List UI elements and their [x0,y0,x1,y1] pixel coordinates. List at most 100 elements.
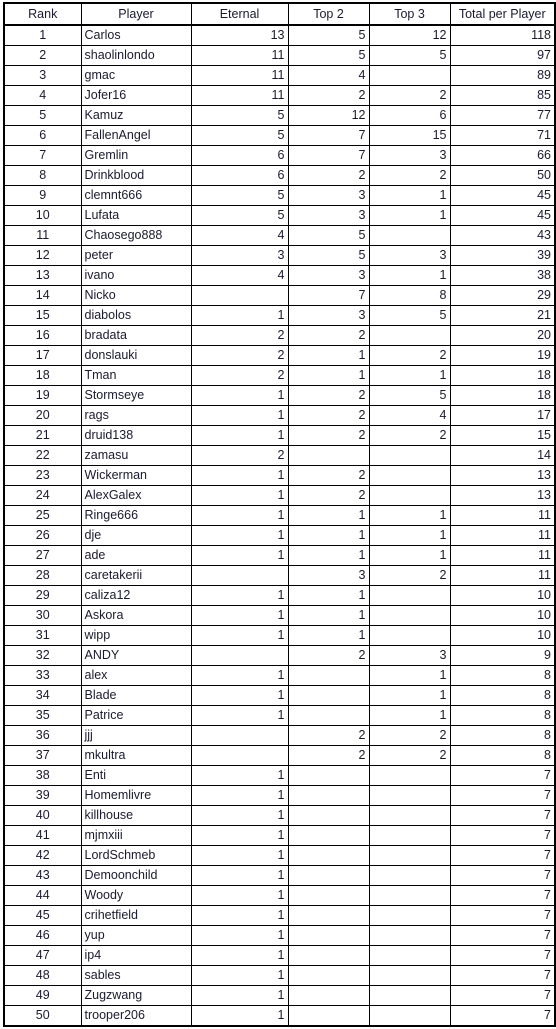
table-row[interactable]: 49 Zugzwang 1 7 [3,985,556,1006]
table-row[interactable]: 3 gmac 11 4 89 [3,65,556,86]
cell-rank: 44 [3,885,82,906]
table-row[interactable]: 39 Homemlivre 1 7 [3,785,556,806]
table-row[interactable]: 17 donslauki 2 1 2 19 [3,345,556,366]
cell-top2: 5 [287,245,370,266]
table-row[interactable]: 37 mkultra 2 2 8 [3,745,556,766]
table-row[interactable]: 7 Gremlin 6 7 3 66 [3,145,556,166]
cell-eternal: 5 [190,125,289,146]
table-row[interactable]: 27 ade 1 1 1 11 [3,545,556,566]
table-row[interactable]: 33 alex 1 1 8 [3,665,556,686]
table-row[interactable]: 43 Demoonchild 1 7 [3,865,556,886]
table-row[interactable]: 2 shaolinlondo 11 5 5 97 [3,45,556,66]
table-row[interactable]: 19 Stormseye 1 2 5 18 [3,385,556,406]
table-row[interactable]: 46 yup 1 7 [3,925,556,946]
table-row[interactable]: 9 clemnt666 5 3 1 45 [3,185,556,206]
column-header-rank[interactable]: Rank [3,2,82,26]
cell-player: Patrice [80,705,192,726]
cell-total: 7 [449,825,556,846]
cell-total: 20 [449,325,556,346]
table-row[interactable]: 44 Woody 1 7 [3,885,556,906]
table-row[interactable]: 29 caliza12 1 1 10 [3,585,556,606]
cell-player: diabolos [80,305,192,326]
cell-top3: 1 [368,685,451,706]
table-row[interactable]: 18 Tman 2 1 1 18 [3,365,556,386]
table-row[interactable]: 34 Blade 1 1 8 [3,685,556,706]
cell-rank: 2 [3,45,82,66]
table-row[interactable]: 25 Ringe666 1 1 1 11 [3,505,556,526]
table-row[interactable]: 36 jjj 2 2 8 [3,725,556,746]
table-row[interactable]: 11 Chaosego888 4 5 43 [3,225,556,246]
table-row[interactable]: 5 Kamuz 5 12 6 77 [3,105,556,126]
table-row[interactable]: 13 ivano 4 3 1 38 [3,265,556,286]
cell-total: 38 [449,265,556,286]
cell-player: caliza12 [80,585,192,606]
column-header-top2[interactable]: Top 2 [287,2,370,26]
cell-rank: 7 [3,145,82,166]
cell-player: FallenAngel [80,125,192,146]
table-row[interactable]: 31 wipp 1 1 10 [3,625,556,646]
cell-eternal: 1 [190,425,289,446]
cell-top3 [368,905,451,926]
cell-player: sables [80,965,192,986]
cell-top3 [368,585,451,606]
cell-eternal: 1 [190,465,289,486]
cell-player: Ringe666 [80,505,192,526]
table-row[interactable]: 45 crihetfield 1 7 [3,905,556,926]
cell-player: Gremlin [80,145,192,166]
cell-player: Homemlivre [80,785,192,806]
table-row[interactable]: 26 dje 1 1 1 11 [3,525,556,546]
table-row[interactable]: 50 trooper206 1 7 [3,1005,556,1027]
table-row[interactable]: 30 Askora 1 1 10 [3,605,556,626]
table-row[interactable]: 42 LordSchmeb 1 7 [3,845,556,866]
cell-player: clemnt666 [80,185,192,206]
table-row[interactable]: 21 druid138 1 2 2 15 [3,425,556,446]
table-row[interactable]: 14 Nicko 7 8 29 [3,285,556,306]
table-row[interactable]: 48 sables 1 7 [3,965,556,986]
cell-total: 85 [449,85,556,106]
table-row[interactable]: 23 Wickerman 1 2 13 [3,465,556,486]
table-row[interactable]: 15 diabolos 1 3 5 21 [3,305,556,326]
table-row[interactable]: 1 Carlos 13 5 12 118 [3,24,556,46]
cell-rank: 8 [3,165,82,186]
table-row[interactable]: 22 zamasu 2 14 [3,445,556,466]
cell-player: rags [80,405,192,426]
table-row[interactable]: 32 ANDY 2 3 9 [3,645,556,666]
table-row[interactable]: 40 killhouse 1 7 [3,805,556,826]
table-row[interactable]: 10 Lufata 5 3 1 45 [3,205,556,226]
table-row[interactable]: 4 Jofer16 11 2 2 85 [3,85,556,106]
table-row[interactable]: 41 mjmxiii 1 7 [3,825,556,846]
cell-top3 [368,65,451,86]
table-body: 1 Carlos 13 5 12 118 2 shaolinlondo 11 5 5 97 3 gmac 1… [3,24,556,1027]
table-row[interactable]: 47 ip4 1 7 [3,945,556,966]
table-row[interactable]: 28 caretakerii 3 2 11 [3,565,556,586]
cell-total: 45 [449,185,556,206]
table-row[interactable]: 16 bradata 2 2 20 [3,325,556,346]
cell-total: 89 [449,65,556,86]
cell-top3: 2 [368,745,451,766]
table-row[interactable]: 20 rags 1 2 4 17 [3,405,556,426]
cell-player: crihetfield [80,905,192,926]
cell-top3 [368,845,451,866]
cell-top3: 15 [368,125,451,146]
cell-rank: 46 [3,925,82,946]
cell-rank: 5 [3,105,82,126]
cell-rank: 13 [3,265,82,286]
table-row[interactable]: 38 Enti 1 7 [3,765,556,786]
table-row[interactable]: 6 FallenAngel 5 7 15 71 [3,125,556,146]
column-header-total-per-player[interactable]: Total per Player [449,2,556,26]
cell-player: Jofer16 [80,85,192,106]
column-header-player[interactable]: Player [80,2,192,26]
cell-top2: 2 [287,425,370,446]
cell-player: ade [80,545,192,566]
cell-top3 [368,825,451,846]
cell-player: bradata [80,325,192,346]
table-row[interactable]: 35 Patrice 1 1 8 [3,705,556,726]
column-header-top3[interactable]: Top 3 [368,2,451,26]
cell-total: 10 [449,625,556,646]
cell-player: Enti [80,765,192,786]
table-row[interactable]: 8 Drinkblood 6 2 2 50 [3,165,556,186]
column-header-eternal[interactable]: Eternal [190,2,289,26]
table-row[interactable]: 24 AlexGalex 1 2 13 [3,485,556,506]
table-row[interactable]: 12 peter 3 5 3 39 [3,245,556,266]
cell-total: 8 [449,705,556,726]
